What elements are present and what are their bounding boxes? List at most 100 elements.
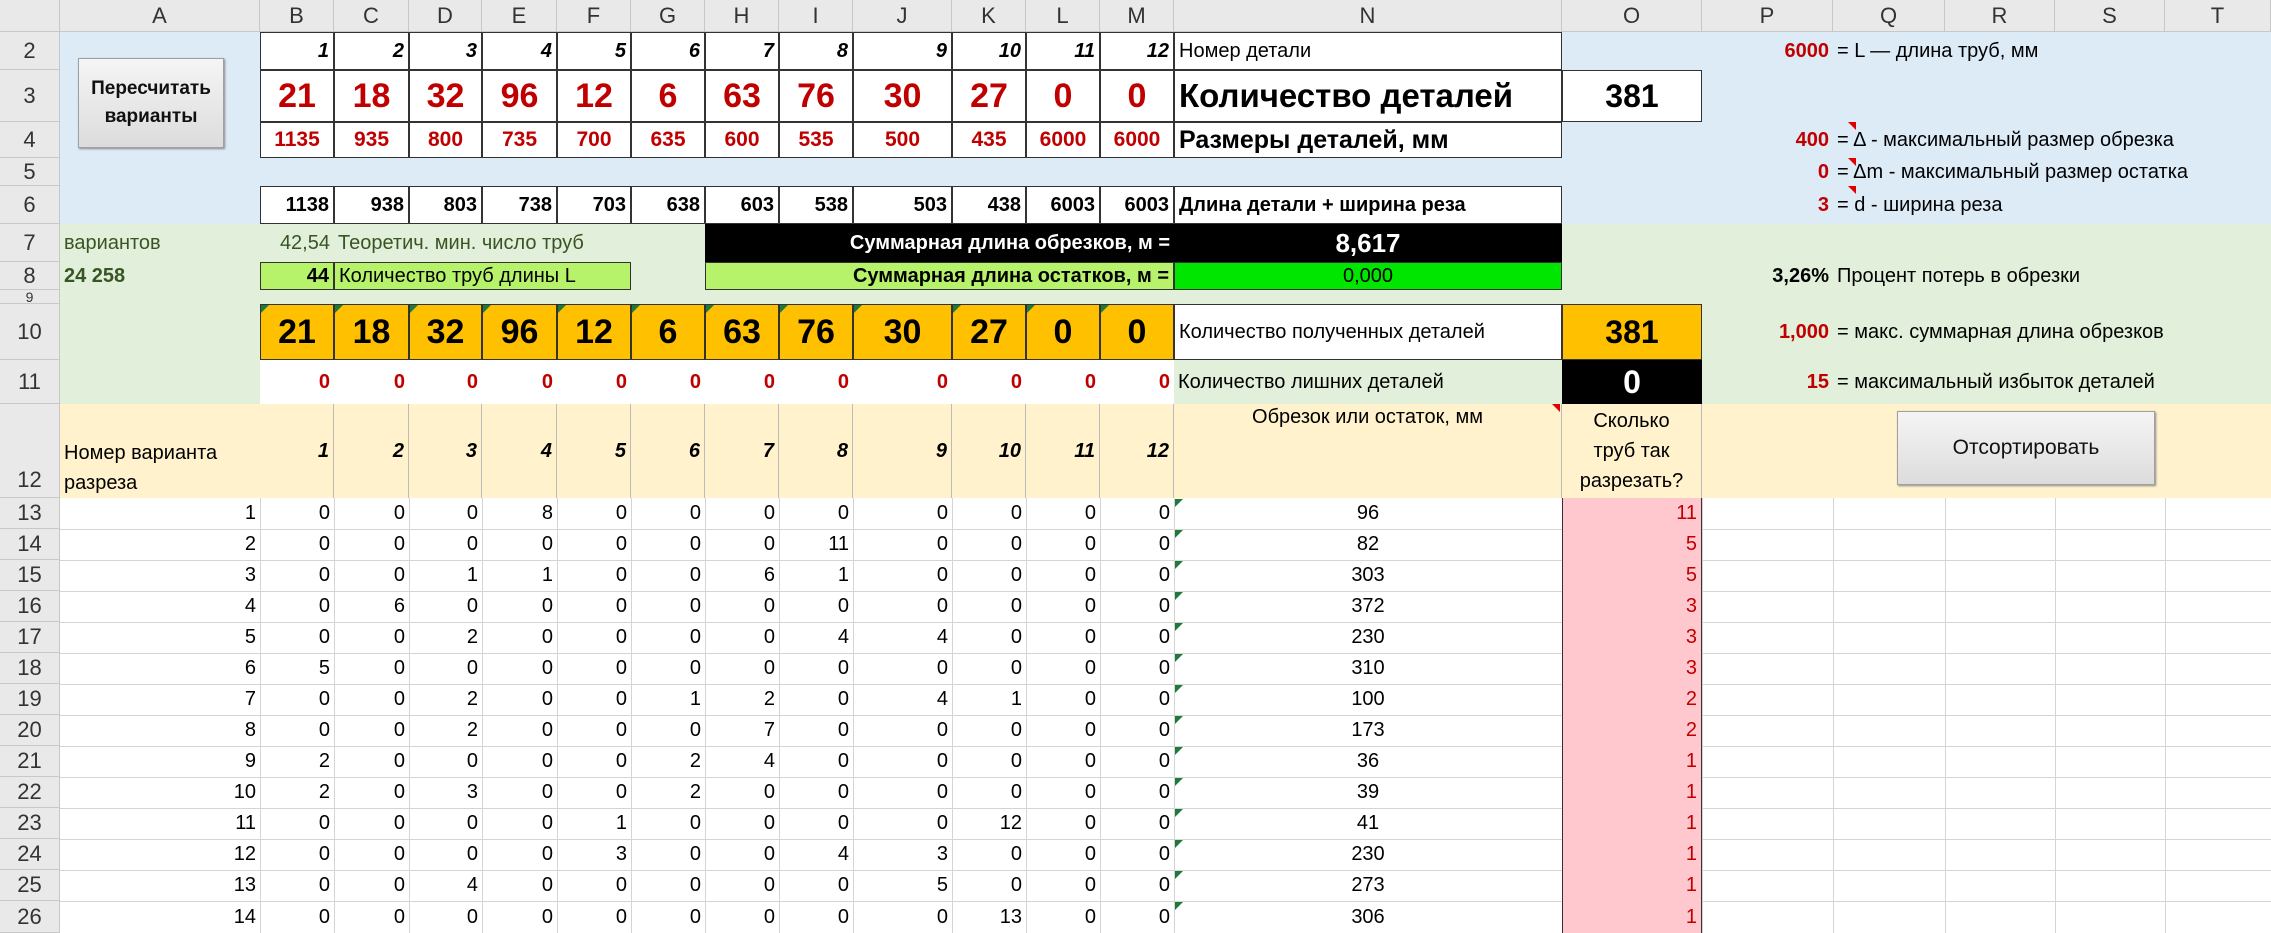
table-cell[interactable]: 0 xyxy=(557,653,631,684)
extra-total[interactable]: 0 xyxy=(1562,360,1702,404)
table-cell[interactable]: 0 xyxy=(952,560,1026,591)
table-row-pipe-count[interactable]: 2 xyxy=(1562,715,1702,746)
table-cell[interactable]: 0 xyxy=(260,839,334,870)
table-cell[interactable]: 2 xyxy=(631,746,705,777)
part-quantity[interactable]: 30 xyxy=(853,70,952,122)
table-row-scrap[interactable]: 39 xyxy=(1174,777,1562,808)
part-size[interactable]: 435 xyxy=(952,122,1026,158)
part-length-with-kerf[interactable]: 938 xyxy=(334,186,409,224)
param-label[interactable]: = Δ - максимальный размер обрезка xyxy=(1833,122,2271,158)
table-cell[interactable]: 0 xyxy=(1100,622,1174,653)
table-cell[interactable]: 3 xyxy=(557,839,631,870)
table-cell[interactable]: 0 xyxy=(705,529,779,560)
table-row-variant-number[interactable]: 6 xyxy=(60,653,260,684)
table-cell[interactable]: 11 xyxy=(779,529,853,560)
table-cell[interactable]: 0 xyxy=(779,498,853,529)
table-cell[interactable]: 0 xyxy=(1100,777,1174,808)
param-label[interactable]: = максимальный избыток деталей xyxy=(1833,360,2271,404)
part-quantity[interactable]: 0 xyxy=(1026,70,1100,122)
table-cell[interactable]: 0 xyxy=(482,653,557,684)
row-header[interactable]: 17 xyxy=(0,622,60,653)
table-cell[interactable]: 0 xyxy=(1100,839,1174,870)
table-cell[interactable]: 4 xyxy=(779,839,853,870)
table-cell[interactable]: 0 xyxy=(1026,839,1100,870)
table-cell[interactable]: 0 xyxy=(705,591,779,622)
part-number[interactable]: 6 xyxy=(631,32,705,70)
received-count[interactable]: 96 xyxy=(482,304,557,360)
table-cell[interactable]: 0 xyxy=(1026,653,1100,684)
part-length-with-kerf[interactable]: 603 xyxy=(705,186,779,224)
part-size[interactable]: 500 xyxy=(853,122,952,158)
received-total[interactable]: 381 xyxy=(1562,304,1702,360)
table-cell[interactable]: 0 xyxy=(260,622,334,653)
table-cell[interactable]: 0 xyxy=(482,746,557,777)
table-cell[interactable]: 4 xyxy=(853,622,952,653)
part-length-with-kerf[interactable]: 438 xyxy=(952,186,1026,224)
part-number[interactable]: 10 xyxy=(952,32,1026,70)
table-cell[interactable]: 1 xyxy=(409,560,482,591)
part-number[interactable]: 12 xyxy=(1100,32,1174,70)
extra-count[interactable]: 0 xyxy=(1100,360,1174,404)
part-column-header[interactable]: 7 xyxy=(705,404,779,498)
table-row-variant-number[interactable]: 10 xyxy=(60,777,260,808)
table-cell[interactable]: 0 xyxy=(1026,560,1100,591)
table-cell[interactable]: 0 xyxy=(409,901,482,933)
table-cell[interactable]: 0 xyxy=(334,684,409,715)
table-cell[interactable]: 7 xyxy=(705,715,779,746)
table-cell[interactable]: 0 xyxy=(952,622,1026,653)
extra-count[interactable]: 0 xyxy=(1026,360,1100,404)
table-cell[interactable]: 2 xyxy=(409,622,482,653)
received-count[interactable]: 12 xyxy=(557,304,631,360)
table-row-pipe-count[interactable]: 1 xyxy=(1562,870,1702,901)
remainder-length-value[interactable]: 0,000 xyxy=(1174,262,1562,290)
extra-label[interactable]: Количество лишних деталей xyxy=(1174,360,1562,404)
table-cell[interactable]: 6 xyxy=(705,560,779,591)
table-cell[interactable]: 0 xyxy=(1026,777,1100,808)
table-cell[interactable]: 0 xyxy=(631,591,705,622)
row-header[interactable]: 24 xyxy=(0,839,60,870)
table-row-pipe-count[interactable]: 1 xyxy=(1562,839,1702,870)
table-cell[interactable]: 0 xyxy=(557,560,631,591)
extra-count[interactable]: 0 xyxy=(952,360,1026,404)
table-row-pipe-count[interactable]: 1 xyxy=(1562,746,1702,777)
part-length-with-kerf[interactable]: 638 xyxy=(631,186,705,224)
part-column-header[interactable]: 1 xyxy=(260,404,334,498)
param-value[interactable]: 3 xyxy=(1702,186,1833,224)
part-size[interactable]: 6000 xyxy=(1100,122,1174,158)
table-cell[interactable]: 0 xyxy=(260,591,334,622)
table-cell[interactable]: 0 xyxy=(409,529,482,560)
theoretical-min-pipes[interactable]: 42,54 xyxy=(260,224,334,262)
part-quantity[interactable]: 18 xyxy=(334,70,409,122)
table-cell[interactable]: 0 xyxy=(952,715,1026,746)
table-cell[interactable]: 0 xyxy=(260,498,334,529)
loss-percent-label[interactable]: Процент потерь в обрезки xyxy=(1833,262,2271,290)
table-cell[interactable]: 2 xyxy=(631,777,705,808)
table-cell[interactable]: 0 xyxy=(853,653,952,684)
column-header[interactable]: C xyxy=(334,0,409,32)
column-header[interactable]: R xyxy=(1945,0,2055,32)
part-length-with-kerf[interactable]: 738 xyxy=(482,186,557,224)
label-length-kerf[interactable]: Длина детали + ширина реза xyxy=(1174,186,1562,224)
table-row-pipe-count[interactable]: 1 xyxy=(1562,808,1702,839)
table-cell[interactable]: 0 xyxy=(260,684,334,715)
column-header[interactable]: J xyxy=(853,0,952,32)
scrap-length-label[interactable]: Суммарная длина обрезков, м = xyxy=(705,224,1174,262)
part-number[interactable]: 8 xyxy=(779,32,853,70)
row-header[interactable]: 2 xyxy=(0,32,60,70)
table-row-variant-number[interactable]: 3 xyxy=(60,560,260,591)
part-quantity[interactable]: 12 xyxy=(557,70,631,122)
table-cell[interactable]: 0 xyxy=(557,498,631,529)
row-header[interactable]: 8 xyxy=(0,262,60,290)
received-count[interactable]: 32 xyxy=(409,304,482,360)
table-cell[interactable]: 0 xyxy=(482,870,557,901)
table-cell[interactable]: 3 xyxy=(853,839,952,870)
row-header[interactable]: 14 xyxy=(0,529,60,560)
table-row-scrap[interactable]: 372 xyxy=(1174,591,1562,622)
part-length-with-kerf[interactable]: 538 xyxy=(779,186,853,224)
table-cell[interactable]: 0 xyxy=(1026,498,1100,529)
table-row-scrap[interactable]: 303 xyxy=(1174,560,1562,591)
table-row-pipe-count[interactable]: 3 xyxy=(1562,653,1702,684)
row-header[interactable]: 18 xyxy=(0,653,60,684)
table-cell[interactable]: 0 xyxy=(952,777,1026,808)
part-size[interactable]: 635 xyxy=(631,122,705,158)
